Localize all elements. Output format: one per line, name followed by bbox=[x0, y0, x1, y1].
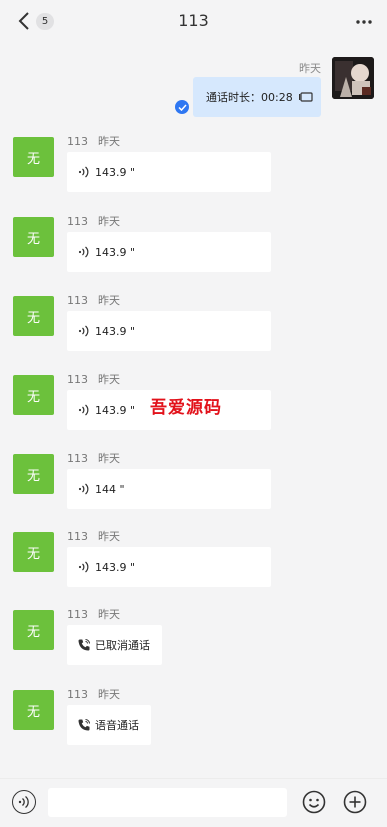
message-row: 无 113 昨天语音通话 bbox=[0, 688, 387, 770]
call-duration-text: 通话时长：00:28 bbox=[206, 91, 293, 104]
more-dots-icon bbox=[356, 20, 372, 24]
sent-check-icon bbox=[175, 100, 189, 114]
message-input[interactable] bbox=[48, 788, 287, 817]
call-message-bubble[interactable]: 已取消通话 bbox=[67, 625, 162, 665]
sender-meta: 113 昨天 bbox=[67, 213, 120, 229]
sender-meta: 113 昨天 bbox=[67, 133, 120, 149]
voice-wave-icon bbox=[78, 483, 89, 495]
voice-wave-icon bbox=[78, 246, 89, 258]
phone-icon bbox=[78, 639, 90, 651]
voice-wave-icon bbox=[78, 561, 89, 573]
message-text: 143.9 " bbox=[95, 324, 136, 338]
message-text: 143.9 " bbox=[95, 165, 136, 179]
sender-avatar[interactable]: 无 bbox=[13, 217, 54, 257]
sender-name: 113 bbox=[67, 294, 88, 307]
sender-name: 113 bbox=[67, 373, 88, 386]
chat-title: 113 bbox=[178, 11, 209, 30]
sender-meta: 113 昨天 bbox=[67, 686, 120, 702]
my-avatar[interactable] bbox=[332, 57, 374, 99]
sender-avatar[interactable]: 无 bbox=[13, 375, 54, 415]
message-row: 无 113 昨天 143.9 " bbox=[0, 294, 387, 376]
message-text: 143.9 " bbox=[95, 403, 136, 417]
sender-meta: 113 昨天 bbox=[67, 450, 120, 466]
voice-input-button[interactable] bbox=[12, 790, 36, 814]
sender-meta: 113 昨天 bbox=[67, 371, 120, 387]
voice-input-icon bbox=[18, 795, 29, 809]
sender-avatar[interactable]: 无 bbox=[13, 532, 54, 572]
outgoing-sender-time: 昨天 bbox=[299, 62, 321, 75]
sender-meta: 113 昨天 bbox=[67, 528, 120, 544]
sender-avatar[interactable]: 无 bbox=[13, 454, 54, 494]
voice-message-bubble[interactable]: 143.9 " bbox=[67, 232, 271, 272]
sender-name: 113 bbox=[67, 530, 88, 543]
chat-area[interactable]: 昨天 通话时长：00:28 无 113 昨天 143.9 " 无 113 昨天 143.9 "… bbox=[0, 44, 387, 778]
message-time: 昨天 bbox=[98, 294, 120, 307]
sender-meta: 113 昨天 bbox=[67, 292, 120, 308]
message-time: 昨天 bbox=[98, 608, 120, 621]
message-time: 昨天 bbox=[98, 135, 120, 148]
sender-name: 113 bbox=[67, 608, 88, 621]
message-text: 143.9 " bbox=[95, 560, 136, 574]
sender-avatar[interactable]: 无 bbox=[13, 296, 54, 336]
voice-wave-icon bbox=[78, 325, 89, 337]
avatar-photo bbox=[332, 57, 374, 99]
message-text: 已取消通话 bbox=[95, 639, 150, 652]
message-time: 昨天 bbox=[98, 373, 120, 386]
voice-wave-icon bbox=[78, 166, 89, 178]
emoji-button[interactable] bbox=[302, 790, 326, 814]
add-button[interactable] bbox=[343, 790, 367, 814]
sender-avatar[interactable]: 无 bbox=[13, 610, 54, 650]
sender-name: 113 bbox=[67, 452, 88, 465]
voice-message-bubble[interactable]: 143.9 " bbox=[67, 152, 271, 192]
message-row: 无 113 昨天 143.9 " bbox=[0, 135, 387, 217]
message-row: 无 113 昨天已取消通话 bbox=[0, 608, 387, 690]
top-bar: 5 113 bbox=[0, 0, 387, 44]
message-row: 无 113 昨天 143.9 " bbox=[0, 215, 387, 297]
message-text: 143.9 " bbox=[95, 245, 136, 259]
add-icon bbox=[343, 790, 367, 814]
message-time: 昨天 bbox=[98, 215, 120, 228]
sender-avatar[interactable]: 无 bbox=[13, 137, 54, 177]
message-time: 昨天 bbox=[98, 530, 120, 543]
outgoing-call-bubble[interactable]: 通话时长：00:28 bbox=[193, 77, 321, 117]
phone-icon bbox=[78, 719, 90, 731]
message-time: 昨天 bbox=[98, 452, 120, 465]
message-row: 无 113 昨天 143.9 " bbox=[0, 530, 387, 612]
voice-message-bubble[interactable]: 143.9 " bbox=[67, 547, 271, 587]
emoji-icon bbox=[302, 790, 326, 814]
sender-name: 113 bbox=[67, 688, 88, 701]
sender-name: 113 bbox=[67, 215, 88, 228]
message-row: 无 113 昨天 144 " bbox=[0, 452, 387, 534]
message-text: 144 " bbox=[95, 482, 125, 496]
call-message-bubble[interactable]: 语音通话 bbox=[67, 705, 151, 745]
message-time: 昨天 bbox=[98, 688, 120, 701]
video-call-icon bbox=[298, 92, 313, 102]
watermark-text: 吾爱源码 bbox=[150, 398, 222, 418]
voice-message-bubble[interactable]: 144 " bbox=[67, 469, 271, 509]
more-button[interactable] bbox=[351, 10, 377, 34]
sender-name: 113 bbox=[67, 135, 88, 148]
input-bar bbox=[0, 778, 387, 827]
voice-message-bubble[interactable]: 143.9 " bbox=[67, 311, 271, 351]
sender-avatar[interactable]: 无 bbox=[13, 690, 54, 730]
message-text: 语音通话 bbox=[95, 719, 139, 732]
sender-meta: 113 昨天 bbox=[67, 606, 120, 622]
voice-wave-icon bbox=[78, 404, 89, 416]
